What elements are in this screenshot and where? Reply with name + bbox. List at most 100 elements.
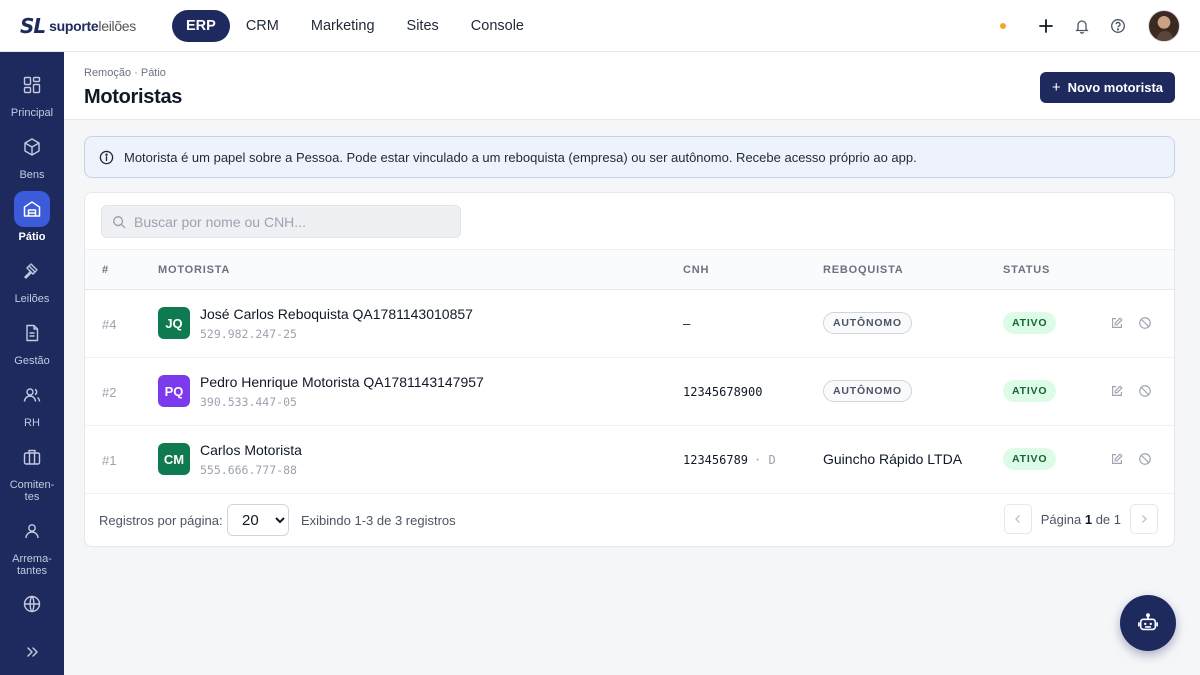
- search-icon: [112, 215, 126, 229]
- topnav-sites[interactable]: Sites: [391, 10, 455, 42]
- info-banner: Motorista é um papel sobre a Pessoa. Pod…: [84, 136, 1175, 178]
- topnav-erp[interactable]: ERP: [172, 9, 230, 42]
- robot-icon: [1137, 612, 1159, 634]
- sidebar-label: Pátio: [18, 231, 46, 243]
- page-header: Remoção · Pátio Motoristas + Novo motori…: [64, 52, 1200, 120]
- driver-document: 555.666.777-88: [200, 463, 297, 477]
- sidebar-label: Comiten-tes: [9, 479, 55, 503]
- driver-avatar: CM: [158, 443, 190, 475]
- tow-badge: AUTÔNOMO: [823, 380, 912, 402]
- breadcrumb: Remoção · Pátio: [84, 67, 166, 79]
- row-number: #1: [102, 453, 117, 468]
- search-input[interactable]: [134, 213, 444, 230]
- edit-icon[interactable]: [1109, 315, 1125, 331]
- logo-mark: SL: [20, 13, 46, 38]
- col-status: STATUS: [1003, 264, 1051, 276]
- brand-logo[interactable]: SL suporteleilões: [20, 14, 162, 38]
- status-dot: [1000, 23, 1006, 29]
- help-icon[interactable]: [1106, 14, 1130, 38]
- status-badge: ATIVO: [1003, 312, 1057, 334]
- table-row[interactable]: #4 JQ José Carlos Reboquista QA178114301…: [85, 290, 1174, 358]
- next-page-button[interactable]: [1130, 504, 1158, 534]
- briefcase-icon: [14, 439, 50, 475]
- table-row[interactable]: #2 PQ Pedro Henrique Motorista QA1781143…: [85, 358, 1174, 426]
- assistant-bot-button[interactable]: [1120, 595, 1176, 651]
- records-summary: Exibindo 1-3 de 3 registros: [301, 513, 456, 528]
- sidebar-item-sites[interactable]: [0, 586, 64, 622]
- sidebar: Principal Bens Pátio Leilões Gestão RH C…: [0, 52, 64, 675]
- sidebar-label: Gestão: [14, 355, 50, 367]
- sidebar-item-arrematantes[interactable]: Arrema-tantes: [0, 513, 64, 577]
- sidebar-label: RH: [24, 417, 40, 429]
- driver-avatar: PQ: [158, 375, 190, 407]
- plus-icon[interactable]: [1034, 14, 1058, 38]
- sidebar-item-patio[interactable]: Pátio: [0, 191, 64, 243]
- driver-avatar: JQ: [158, 307, 190, 339]
- driver-cnh: 123456789 · D: [683, 453, 776, 467]
- per-page-label: Registros por página:: [99, 513, 223, 528]
- sidebar-item-comitentes[interactable]: Comiten-tes: [0, 439, 64, 503]
- driver-name: Pedro Henrique Motorista QA1781143147957: [200, 374, 484, 390]
- tow-company-name: Guincho Rápido LTDA: [823, 451, 963, 467]
- row-number: #2: [102, 385, 117, 400]
- driver-name: José Carlos Reboquista QA1781143010857: [200, 306, 473, 322]
- topnav-crm[interactable]: CRM: [230, 10, 295, 42]
- chevron-right-icon: [1142, 515, 1147, 523]
- grid-icon: [14, 67, 50, 103]
- logo-text: suporteleilões: [49, 17, 136, 34]
- tow-badge: AUTÔNOMO: [823, 312, 912, 334]
- topnav-marketing[interactable]: Marketing: [295, 10, 391, 42]
- info-icon: [99, 150, 114, 165]
- info-text: Motorista é um papel sobre a Pessoa. Pod…: [124, 149, 917, 165]
- gavel-icon: [14, 253, 50, 289]
- sidebar-item-principal[interactable]: Principal: [0, 67, 64, 119]
- bell-icon[interactable]: [1070, 14, 1094, 38]
- top-nav: ERP CRM Marketing Sites Console: [172, 9, 540, 42]
- row-number: #4: [102, 317, 117, 332]
- box-icon: [14, 129, 50, 165]
- driver-document: 390.533.447-05: [200, 395, 297, 409]
- chevrons-right-icon: [14, 634, 50, 670]
- block-icon[interactable]: [1137, 315, 1153, 331]
- new-driver-label: Novo motorista: [1067, 80, 1163, 95]
- pagination: Página 1 de 1: [1003, 504, 1158, 534]
- col-cnh: CNH: [683, 264, 710, 276]
- user-avatar[interactable]: [1148, 10, 1180, 42]
- new-driver-button[interactable]: + Novo motorista: [1039, 72, 1175, 103]
- warehouse-icon: [14, 191, 50, 227]
- per-page-select[interactable]: 20: [227, 504, 289, 536]
- cnh-category: · D: [754, 453, 776, 467]
- block-icon[interactable]: [1137, 451, 1153, 467]
- sidebar-label: Principal: [10, 107, 54, 119]
- driver-cnh: 12345678900: [683, 385, 763, 399]
- user-icon: [14, 513, 50, 549]
- sidebar-label: Bens: [19, 169, 45, 181]
- driver-document: 529.982.247-25: [200, 327, 297, 341]
- sidebar-expand-button[interactable]: [0, 634, 64, 670]
- sidebar-item-leiloes[interactable]: Leilões: [0, 253, 64, 305]
- sidebar-item-gestao[interactable]: Gestão: [0, 315, 64, 367]
- status-badge: ATIVO: [1003, 448, 1057, 470]
- topnav-console[interactable]: Console: [455, 10, 540, 42]
- drivers-card: # MOTORISTA CNH REBOQUISTA STATUS #4 JQ …: [84, 192, 1175, 547]
- table-footer: Registros por página: 20 Exibindo 1-3 de…: [85, 503, 1174, 547]
- col-tow-company: REBOQUISTA: [823, 264, 904, 276]
- plus-icon: +: [1051, 79, 1061, 96]
- top-actions: [1000, 10, 1180, 42]
- page-indicator: Página 1 de 1: [1040, 511, 1121, 527]
- prev-page-button[interactable]: [1003, 504, 1032, 534]
- sidebar-item-bens[interactable]: Bens: [0, 129, 64, 181]
- table-row[interactable]: #1 CM Carlos Motorista 555.666.777-88 12…: [85, 426, 1174, 494]
- globe-icon: [14, 586, 50, 622]
- edit-icon[interactable]: [1109, 383, 1125, 399]
- block-icon[interactable]: [1137, 383, 1153, 399]
- sidebar-label: Leilões: [14, 293, 50, 305]
- status-badge: ATIVO: [1003, 380, 1057, 402]
- chevron-left-icon: [1014, 515, 1020, 523]
- edit-icon[interactable]: [1109, 451, 1125, 467]
- table-header: # MOTORISTA CNH REBOQUISTA STATUS: [85, 249, 1174, 290]
- search-box: [101, 205, 461, 238]
- sidebar-item-rh[interactable]: RH: [0, 377, 64, 429]
- page-title: Motoristas: [84, 86, 183, 108]
- col-number: #: [102, 264, 109, 276]
